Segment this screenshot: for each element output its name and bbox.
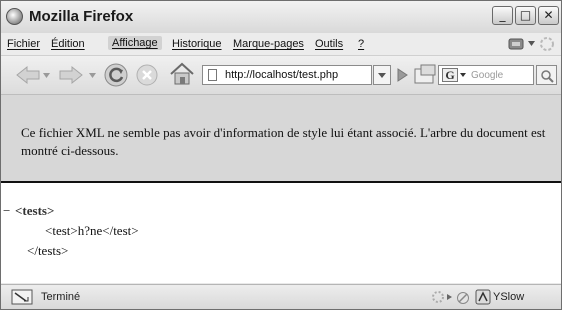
browser-window: Mozilla Firefox _ □ ✕ Fichier Édition Af… — [0, 0, 562, 310]
url-bar[interactable]: http://localhost/test.php — [202, 65, 372, 85]
firefox-logo-icon — [6, 8, 23, 25]
activity-icon[interactable] — [431, 290, 447, 304]
yslow-icon[interactable] — [475, 289, 491, 305]
menu-bar: Fichier Édition Affichage Historique Mar… — [1, 33, 561, 56]
forward-arrow-icon[interactable] — [58, 65, 84, 85]
search-icon — [541, 70, 554, 83]
url-history-icon — [378, 73, 386, 78]
search-engine-icon[interactable]: G — [442, 68, 458, 82]
activity-dropdown-icon[interactable] — [447, 294, 452, 300]
xml-info-panel: Ce fichier XML ne semble pas avoir d'inf… — [1, 95, 561, 181]
content-divider — [1, 181, 561, 183]
collapse-toggle[interactable]: − — [3, 201, 10, 221]
menu-outils[interactable]: Outils — [315, 38, 343, 50]
monitor-icon[interactable] — [508, 38, 524, 50]
maximize-button[interactable]: □ — [515, 6, 536, 25]
status-console-icon[interactable] — [11, 289, 33, 305]
status-text: Terminé — [41, 291, 81, 303]
minimize-button[interactable]: _ — [492, 6, 513, 25]
page-content: Ce fichier XML ne semble pas avoir d'inf… — [1, 95, 561, 283]
forward-dropdown-icon[interactable] — [89, 73, 96, 79]
go-icon[interactable] — [393, 66, 411, 84]
url-history-button[interactable] — [373, 65, 391, 85]
menu-affichage[interactable]: Affichage — [108, 36, 162, 50]
xml-child-node: <test>h?ne</test> — [45, 223, 139, 238]
status-bar: Terminé YSlow — [1, 284, 561, 309]
xml-info-message: Ce fichier XML ne semble pas avoir d'inf… — [21, 125, 546, 158]
search-engine-dropdown-icon[interactable] — [460, 73, 466, 78]
page-icon — [208, 69, 217, 81]
reload-icon[interactable] — [103, 62, 129, 88]
xml-root-close: </tests> — [27, 243, 69, 258]
menu-historique[interactable]: Historique — [172, 38, 222, 50]
search-input[interactable]: Google — [471, 70, 503, 81]
search-button[interactable] — [536, 65, 557, 85]
navigation-toolbar: http://localhost/test.php G Google — [1, 56, 561, 95]
title-bar[interactable]: Mozilla Firefox _ □ ✕ — [1, 1, 561, 33]
block-icon[interactable] — [456, 291, 470, 305]
url-field[interactable]: http://localhost/test.php — [225, 69, 338, 81]
xml-root-open: <tests> — [15, 203, 55, 218]
back-dropdown-icon[interactable] — [43, 73, 50, 79]
bookmark-icon[interactable] — [413, 63, 437, 85]
menu-fichier[interactable]: Fichier — [7, 38, 40, 50]
throbber-icon — [540, 37, 554, 51]
home-icon[interactable] — [169, 62, 195, 86]
menu-help[interactable]: ? — [358, 38, 364, 50]
stop-icon[interactable] — [135, 63, 159, 87]
chevron-down-icon[interactable] — [528, 41, 535, 47]
yslow-label[interactable]: YSlow — [493, 291, 524, 303]
window-title: Mozilla Firefox — [29, 8, 134, 25]
search-bar[interactable]: G Google — [438, 65, 534, 85]
back-arrow-icon[interactable] — [15, 65, 41, 85]
menu-marque-pages[interactable]: Marque-pages — [233, 38, 304, 50]
menu-edition[interactable]: Édition — [51, 38, 85, 50]
close-button[interactable]: ✕ — [538, 6, 559, 25]
